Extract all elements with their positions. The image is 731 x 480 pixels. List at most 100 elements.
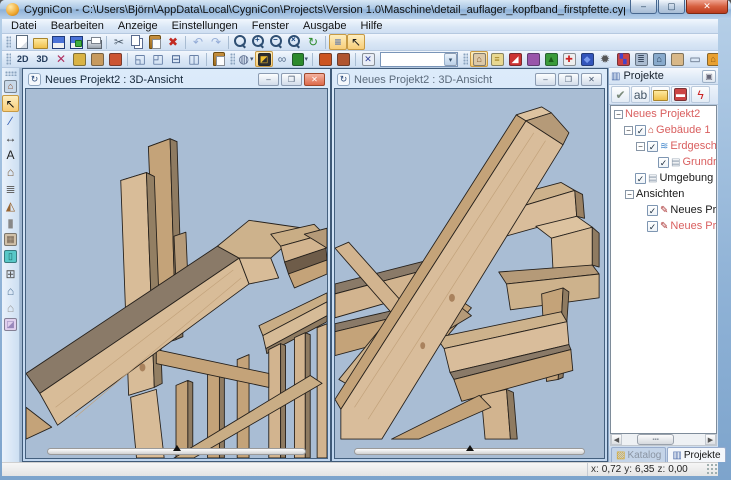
child-minimize-button[interactable]: ‒ xyxy=(535,73,556,86)
wall-tool-icon[interactable]: ≡ xyxy=(488,51,506,67)
world-icon[interactable] xyxy=(334,51,352,67)
walk-tool-icon[interactable] xyxy=(70,51,88,67)
first-aid-icon[interactable]: ✚ xyxy=(560,51,578,67)
tree-horizontal-scrollbar[interactable]: ◀ ▪▪▪ ▶ xyxy=(610,434,717,446)
copy-icon[interactable] xyxy=(128,34,146,50)
combobox-dropdown-icon[interactable]: ▾ xyxy=(444,53,457,66)
building-mode-icon[interactable]: ⌂ xyxy=(470,51,488,67)
grab-tool-icon[interactable] xyxy=(88,51,106,67)
house-tool-icon[interactable]: ⌂ xyxy=(2,163,19,180)
cut-icon[interactable]: ✂ xyxy=(110,34,128,50)
tile-vertical-icon[interactable]: ◫ xyxy=(185,51,203,67)
child-close-button[interactable]: ✕ xyxy=(581,73,602,86)
tab-katalog[interactable]: ▨ Katalog xyxy=(611,447,666,462)
line-tool-icon[interactable]: ∕ xyxy=(2,112,19,129)
skylight-tool-icon[interactable]: ⌂ xyxy=(2,282,19,299)
tile-horizontal-icon[interactable]: ⊟ xyxy=(167,51,185,67)
redo-icon[interactable]: ↷ xyxy=(207,34,225,50)
minimize-button[interactable]: ‒ xyxy=(630,0,657,14)
tab-projekte[interactable]: ▥ Projekte xyxy=(667,447,725,462)
child-minimize-button[interactable]: ‒ xyxy=(258,73,279,86)
expander-icon[interactable]: − xyxy=(636,142,645,151)
eraser-tool-icon[interactable]: ◪ xyxy=(2,316,19,333)
view-2d-button[interactable]: 2D xyxy=(13,51,33,67)
delete-item-icon[interactable]: ▬ xyxy=(671,86,690,103)
building-columns-icon[interactable]: ≣ xyxy=(632,51,650,67)
house-small-tool-icon[interactable]: ⌂ xyxy=(2,299,19,316)
carport-icon[interactable]: ⌂ xyxy=(650,51,668,67)
zoom-out-icon[interactable]: − xyxy=(268,34,286,50)
menu-ausgabe[interactable]: Ausgabe xyxy=(296,20,353,32)
child-close-button[interactable]: ✕ xyxy=(304,73,325,86)
tree-item-floor[interactable]: − ✓ ≋ Erdgeschos xyxy=(611,138,716,154)
maximize-button[interactable]: ▢ xyxy=(658,0,685,14)
cascade-windows-icon[interactable]: ◱ xyxy=(131,51,149,67)
timber-icon[interactable] xyxy=(668,51,686,67)
checkbox[interactable]: ✓ xyxy=(635,125,646,136)
menu-bearbeiten[interactable]: Bearbeiten xyxy=(44,20,111,32)
new-file-icon[interactable] xyxy=(13,34,31,50)
building-tool-icon[interactable]: ▦ xyxy=(2,231,19,248)
roof-tool-icon[interactable]: ◭ xyxy=(2,197,19,214)
tree-item-views[interactable]: − Ansichten xyxy=(611,186,716,202)
panel-options-icon[interactable]: ▣ xyxy=(702,70,716,83)
style-combobox[interactable]: ▾ xyxy=(380,52,458,67)
checkbox[interactable]: ✓ xyxy=(658,157,669,168)
child-restore-button[interactable]: ❐ xyxy=(281,73,302,86)
resize-grip[interactable] xyxy=(706,463,718,476)
update-project-icon[interactable]: ϟ xyxy=(691,86,710,103)
component-icon[interactable]: ✕ xyxy=(359,51,377,67)
open-file-icon[interactable] xyxy=(31,34,49,50)
tree-item-building[interactable]: − ✓ ⌂ Gebäude 1 xyxy=(611,122,716,138)
tree-item-project[interactable]: − Neues Projekt2 xyxy=(611,106,716,122)
scroll-left-icon[interactable]: ◀ xyxy=(611,434,622,445)
menu-anzeige[interactable]: Anzeige xyxy=(111,20,165,32)
expander-icon[interactable]: − xyxy=(614,110,623,119)
project-structure-icon[interactable]: ⌂ xyxy=(2,78,19,95)
connect-icon[interactable]: ∞ xyxy=(273,51,291,67)
3d-viewport-2[interactable] xyxy=(334,88,605,459)
grid-tool-icon[interactable] xyxy=(106,51,124,67)
color-select-icon[interactable]: ▾ xyxy=(291,51,309,67)
refresh-view-icon[interactable]: ↻ xyxy=(304,34,322,50)
print-icon[interactable] xyxy=(85,34,103,50)
door-tool-icon[interactable]: ▯ xyxy=(2,248,19,265)
tile-windows-icon[interactable]: ◰ xyxy=(149,51,167,67)
scroll-right-icon[interactable]: ▶ xyxy=(705,434,716,445)
delete-icon[interactable]: ✖ xyxy=(164,34,182,50)
stairs-tool-icon[interactable]: ≣ xyxy=(2,180,19,197)
display-lines-icon[interactable]: ≡ xyxy=(329,34,347,50)
close-button[interactable]: ✕ xyxy=(686,0,728,14)
checkbox[interactable]: ✓ xyxy=(647,205,658,216)
child-restore-button[interactable]: ❐ xyxy=(558,73,579,86)
terrain-tool-icon[interactable]: ▲ xyxy=(542,51,560,67)
tree-item-view-1[interactable]: ✓ ✎ Neues Proje xyxy=(611,202,716,218)
projects-panel-header[interactable]: ▥ Projekte ▣ xyxy=(609,68,718,85)
roof-tool-icon[interactable]: ◢ xyxy=(506,51,524,67)
new-folder-icon[interactable] xyxy=(651,86,670,103)
window-tool-icon[interactable]: ⊞ xyxy=(2,265,19,282)
menu-einstellungen[interactable]: Einstellungen xyxy=(165,20,245,32)
zoom-window-icon[interactable]: × xyxy=(286,34,304,50)
checkbox[interactable]: ✓ xyxy=(635,173,646,184)
text-tool-icon[interactable]: A xyxy=(2,146,19,163)
checkbox[interactable]: ✓ xyxy=(647,221,658,232)
texture-mode-icon[interactable]: ◍▾ xyxy=(237,51,255,67)
menu-datei[interactable]: Datei xyxy=(4,20,44,32)
view-rotation-marker[interactable] xyxy=(173,445,181,451)
dormer-icon[interactable]: ⌂ xyxy=(704,51,718,67)
view-window-2-titlebar[interactable]: ↻ Neues Projekt2 : 3D-Ansicht ‒ ❐ ✕ xyxy=(334,71,605,88)
save-icon[interactable] xyxy=(49,34,67,50)
tree-item-environment[interactable]: ✓ ▤ Umgebung xyxy=(611,170,716,186)
pointer-tool-icon[interactable]: ↖ xyxy=(2,95,19,112)
tree-item-view-2[interactable]: ✓ ✎ Neues Proje xyxy=(611,218,716,234)
tree-item-floorplan[interactable]: ✓ ▤ Grundris xyxy=(611,154,716,170)
view-rotation-marker[interactable] xyxy=(466,445,474,451)
3d-viewport-1[interactable] xyxy=(25,88,328,459)
scrollbar-thumb[interactable]: ▪▪▪ xyxy=(637,434,674,445)
confirm-icon[interactable]: ✔ xyxy=(611,86,630,103)
shading-mode-icon[interactable]: ◩ xyxy=(255,51,273,67)
machine-icon[interactable]: ✹ xyxy=(596,51,614,67)
dimension-tool-icon[interactable]: ↔ xyxy=(2,129,19,146)
rename-icon[interactable]: ab xyxy=(631,86,650,103)
